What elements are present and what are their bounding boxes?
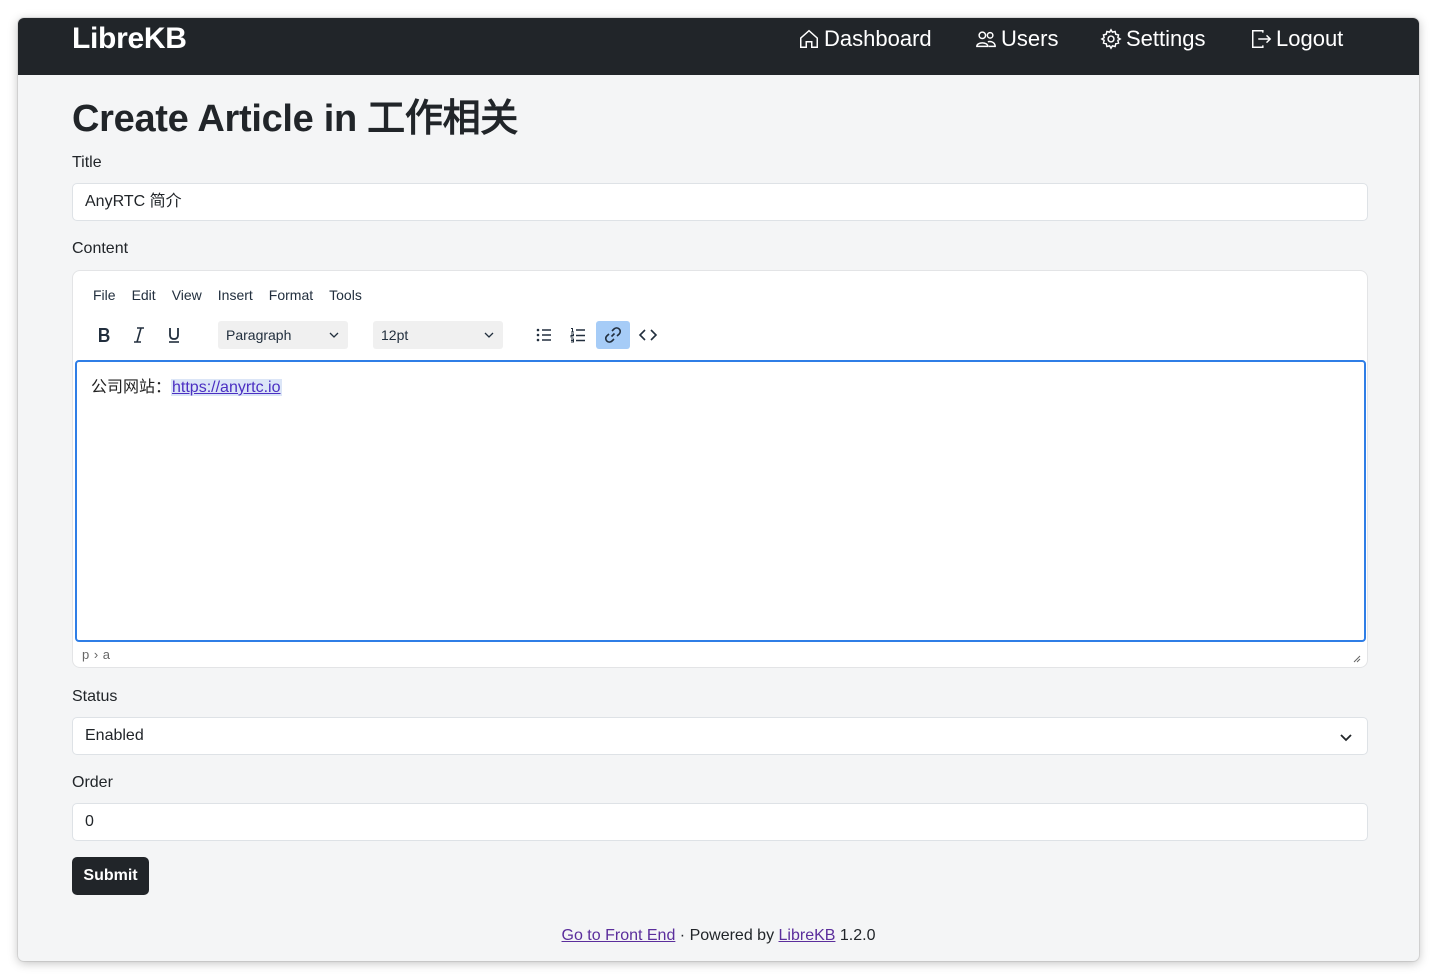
librekb-link[interactable]: LibreKB: [779, 927, 836, 944]
menu-insert[interactable]: Insert: [210, 284, 261, 306]
font-size-value: 12pt: [381, 327, 409, 343]
italic-button[interactable]: [122, 321, 156, 349]
nav-dashboard[interactable]: Dashboard: [798, 23, 932, 55]
people-icon: [976, 31, 996, 48]
chevron-down-icon: [1340, 734, 1352, 742]
chevron-down-icon: [329, 332, 339, 338]
source-code-button[interactable]: [631, 321, 665, 349]
gear-icon: [1100, 28, 1122, 50]
logout-icon: [1252, 30, 1272, 48]
title-label: Title: [72, 154, 102, 171]
status-select[interactable]: Enabled: [72, 717, 1368, 755]
brand-logo[interactable]: LibreKB: [72, 20, 187, 58]
menu-tools[interactable]: Tools: [321, 284, 370, 306]
app-window: LibreKB Dashboard Users Settings Logout …: [18, 18, 1419, 961]
menu-view[interactable]: View: [164, 284, 210, 306]
nav-logout[interactable]: Logout: [1250, 23, 1343, 55]
underline-icon: [169, 328, 179, 343]
house-icon: [800, 29, 818, 48]
link-icon: [604, 327, 622, 343]
numbered-list-icon: [570, 328, 585, 343]
footer: Go to Front End · Powered by LibreKB 1.2…: [18, 925, 1419, 947]
footer-separator: · Powered by: [675, 927, 779, 944]
editor-menubar: File Edit View Insert Format Tools: [85, 284, 370, 306]
nav-logout-label: Logout: [1276, 26, 1344, 51]
submit-button[interactable]: Submit: [72, 857, 149, 895]
content-label: Content: [72, 240, 129, 257]
numbered-list-button[interactable]: [561, 321, 595, 349]
underline-button[interactable]: [157, 321, 191, 349]
chevron-down-icon: [484, 332, 494, 338]
bold-icon: [99, 328, 110, 342]
version-text: 1.2.0: [835, 927, 876, 944]
nav-settings[interactable]: Settings: [1100, 23, 1206, 55]
nav-dashboard-label: Dashboard: [824, 26, 932, 51]
font-size-select[interactable]: 12pt: [373, 321, 503, 349]
status-value: Enabled: [85, 727, 144, 744]
menu-file[interactable]: File: [85, 284, 124, 306]
nav-settings-label: Settings: [1126, 26, 1206, 51]
italic-icon: [134, 327, 144, 343]
title-input[interactable]: AnyRTC 简介: [72, 183, 1368, 221]
order-label: Order: [72, 774, 113, 791]
link-button[interactable]: [596, 321, 630, 349]
block-format-value: Paragraph: [226, 327, 292, 343]
block-format-select[interactable]: Paragraph: [218, 321, 348, 349]
content-text: 公司网站：: [91, 379, 172, 396]
nav-users[interactable]: Users: [975, 23, 1058, 55]
bullet-list-button[interactable]: [527, 321, 561, 349]
frontend-link[interactable]: Go to Front End: [562, 927, 676, 944]
editor-element-path: p › a: [82, 647, 111, 662]
code-icon: [638, 329, 658, 341]
page-title: Create Article in 工作相关: [72, 98, 518, 140]
top-navbar: LibreKB Dashboard Users Settings Logout: [18, 18, 1419, 75]
status-label: Status: [72, 688, 118, 705]
editor-content-area[interactable]: 公司网站：https://anyrtc.io: [75, 360, 1366, 642]
menu-edit[interactable]: Edit: [124, 284, 164, 306]
nav-users-label: Users: [1001, 26, 1059, 51]
menu-format[interactable]: Format: [261, 284, 321, 306]
resize-handle-icon[interactable]: [1351, 653, 1361, 663]
rich-text-editor: File Edit View Insert Format Tools Parag…: [72, 270, 1368, 668]
order-input[interactable]: 0: [72, 803, 1368, 841]
bullet-list-icon: [536, 328, 551, 342]
bold-button[interactable]: [87, 321, 121, 349]
content-link[interactable]: https://anyrtc.io: [171, 379, 282, 396]
